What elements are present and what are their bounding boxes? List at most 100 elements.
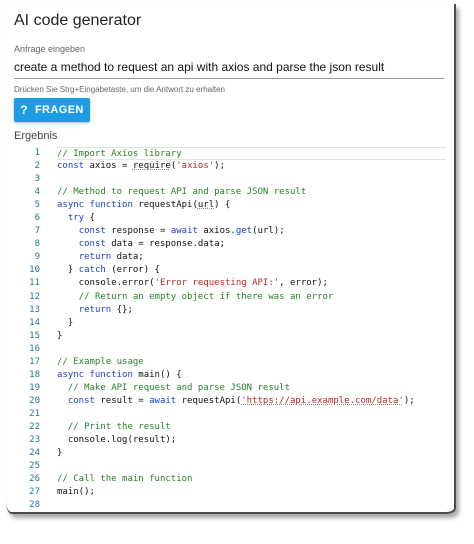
app-panel: AI code generator Anfrage eingeben creat… xyxy=(6,4,456,514)
question-mark-icon: ? xyxy=(20,103,28,117)
code-token: } xyxy=(57,330,63,341)
code-token: console.log(result); xyxy=(57,435,177,446)
line-number: 26 xyxy=(29,474,40,485)
line-number: 7 xyxy=(34,226,40,237)
code-token: return xyxy=(78,304,112,315)
code-text: // Print the result xyxy=(57,421,446,434)
code-token: async function xyxy=(57,200,133,211)
ask-button[interactable]: ? FRAGEN xyxy=(14,98,90,122)
code-token: return xyxy=(78,252,112,263)
code-token: console.error( xyxy=(57,278,155,289)
code-text: return data; xyxy=(57,251,446,264)
code-text: console.error('Error requesting API:', e… xyxy=(57,277,446,290)
code-text: const axios = require('axios'); xyxy=(57,160,446,173)
code-token: response = xyxy=(105,226,171,237)
code-line: 24} xyxy=(14,447,446,460)
code-editor[interactable]: 1 // Import Axios library 2 const axios = r… xyxy=(14,147,446,512)
code-token: get xyxy=(235,226,253,237)
code-line: 15} xyxy=(14,330,446,343)
code-text: const data = response.data; xyxy=(57,238,446,251)
code-text: // Make API request and parse JSON resul… xyxy=(57,382,446,395)
code-token: const xyxy=(78,239,106,250)
line-number: 21 xyxy=(29,408,40,419)
code-line: 8 const data = response.data; xyxy=(14,238,446,251)
line-number: 11 xyxy=(29,278,40,289)
code-line: 20 const result = await requestApi('http… xyxy=(14,395,446,408)
code-token: main(); xyxy=(57,487,95,498)
code-text: // Import Axios library xyxy=(57,147,446,161)
code-token: // Print the result xyxy=(67,421,171,432)
code-token: const xyxy=(78,226,106,237)
line-number: 2 xyxy=(34,161,40,172)
code-line: 3 xyxy=(14,173,446,186)
code-text: try { xyxy=(57,212,446,225)
code-line: 6 try { xyxy=(14,212,446,225)
code-line: 7 const response = await axios.get(url); xyxy=(14,225,446,238)
code-token: async function xyxy=(57,369,133,380)
line-number: 27 xyxy=(29,487,40,498)
code-line: 10 } catch (error) { xyxy=(14,264,446,277)
code-token: 'axios' xyxy=(176,161,215,172)
code-line: 17 // Example usage xyxy=(14,356,446,369)
code-line: 16 xyxy=(14,343,446,356)
line-number: 22 xyxy=(29,421,40,432)
code-text: console.log(result); xyxy=(57,434,446,447)
code-token: await xyxy=(149,395,177,406)
line-number: 15 xyxy=(29,330,40,341)
code-line: 12 // Return an empty object if there wa… xyxy=(14,291,446,304)
code-token: const xyxy=(57,161,85,172)
code-token: requestApi( xyxy=(132,200,198,211)
code-token: (error) { xyxy=(105,265,160,276)
code-token: } xyxy=(57,317,74,328)
code-token: // Method to request API and parse JSON … xyxy=(57,187,307,198)
app-title: AI code generator xyxy=(14,12,142,29)
line-number: 5 xyxy=(34,200,40,211)
code-text: async function main() { xyxy=(57,369,446,382)
code-line: 25 xyxy=(14,460,446,473)
code-token: await xyxy=(170,226,198,237)
code-token: axios. xyxy=(197,226,236,237)
line-number: 8 xyxy=(34,239,40,250)
line-number: 24 xyxy=(29,448,40,459)
line-number: 19 xyxy=(29,382,40,393)
line-number: 20 xyxy=(29,395,40,406)
code-token: requestApi( xyxy=(176,395,242,406)
code-line: 28 xyxy=(14,499,446,512)
line-number: 3 xyxy=(34,174,40,185)
code-token: const xyxy=(67,395,95,406)
code-text: const response = await axios.get(url); xyxy=(57,225,446,238)
code-token: {}; xyxy=(111,304,133,315)
code-text: // Return an empty object if there was a… xyxy=(57,291,446,304)
code-token: require xyxy=(132,161,171,172)
code-text: const result = await requestApi('https:/… xyxy=(57,395,446,408)
line-number: 16 xyxy=(29,343,40,354)
code-line: 1 // Import Axios library xyxy=(14,147,446,161)
line-number: 25 xyxy=(29,461,40,472)
code-line: 26 // Call the main function xyxy=(14,473,446,486)
line-number: 6 xyxy=(34,213,40,224)
code-token: // Call the main function xyxy=(57,474,193,485)
code-text: return {}; xyxy=(57,304,446,317)
code-token: catch xyxy=(78,265,106,276)
line-number: 4 xyxy=(34,187,40,198)
code-token: // Import Axios library xyxy=(57,149,182,159)
code-text: async function requestApi(url) { xyxy=(57,199,446,212)
code-token: url xyxy=(197,200,215,211)
code-line: 19 // Make API request and parse JSON re… xyxy=(14,382,446,395)
code-line: 21 xyxy=(14,408,446,421)
code-token: } xyxy=(57,448,63,459)
code-text: } catch (error) { xyxy=(57,264,446,277)
query-input-label: Anfrage eingeben xyxy=(14,44,86,54)
query-input[interactable]: create a method to request an api with a… xyxy=(14,58,444,79)
code-token: // Example usage xyxy=(57,356,144,367)
code-line: 13 return {}; xyxy=(14,304,446,317)
code-token: 'https://api.example.com/data' xyxy=(241,395,404,406)
